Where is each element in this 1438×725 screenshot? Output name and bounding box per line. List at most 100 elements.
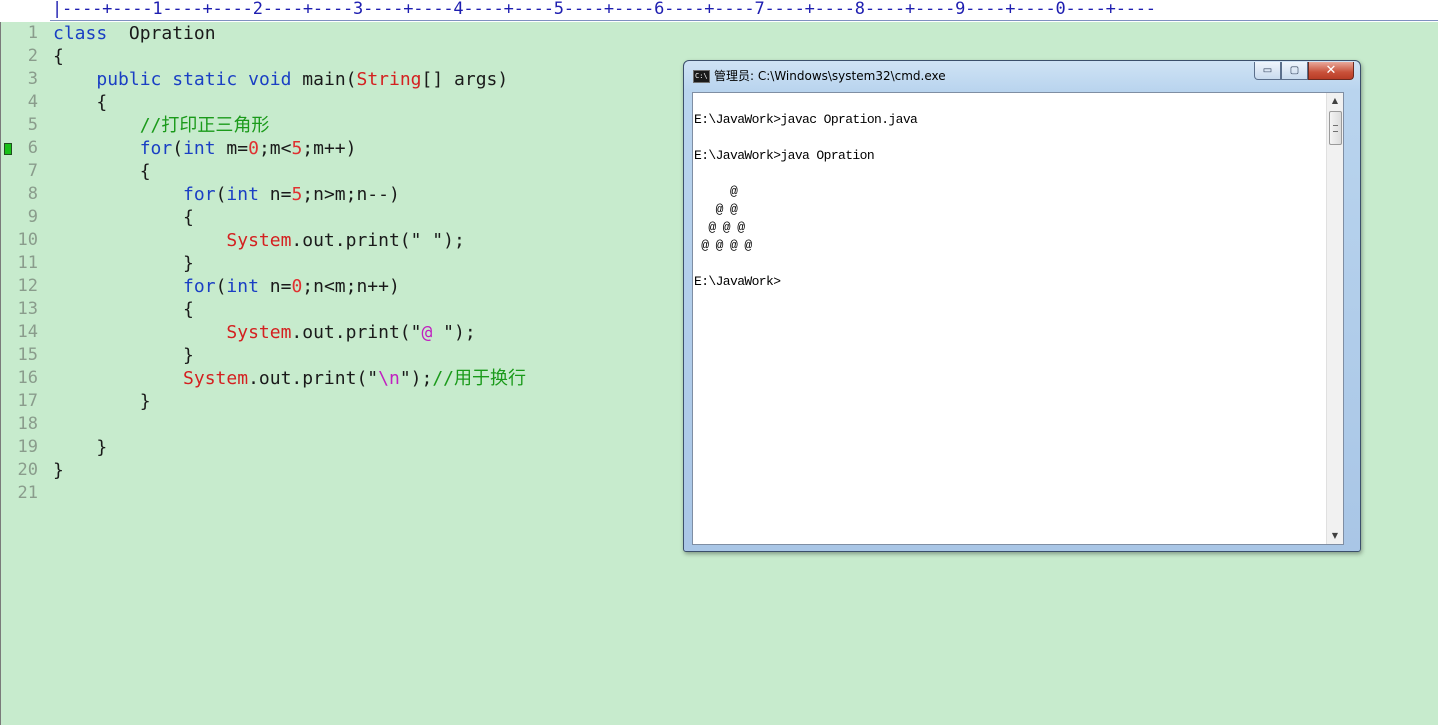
- line-number: 17: [17, 391, 38, 411]
- code-token: \n: [378, 368, 400, 389]
- line-number: 14: [17, 322, 38, 342]
- code-line[interactable]: 1 class Opration: [0, 22, 1438, 45]
- code-token: class: [53, 23, 108, 44]
- console-line: @ @ @: [694, 220, 745, 235]
- code-token: n=: [258, 276, 292, 297]
- code-text[interactable]: class Opration: [53, 22, 216, 45]
- cmd-titlebar[interactable]: C:\ 管理员: C:\Windows\system32\cmd.exe ▭ ▢…: [684, 61, 1360, 91]
- ruler-divider: [50, 20, 1438, 21]
- line-number: 3: [27, 69, 38, 89]
- code-text[interactable]: {: [53, 91, 107, 114]
- line-number: 20: [17, 460, 38, 480]
- code-token: n=: [258, 184, 292, 205]
- code-token: static: [172, 69, 238, 90]
- scrollbar-thumb[interactable]: [1329, 111, 1342, 145]
- line-number: 12: [17, 276, 38, 296]
- code-token: .out.print(" ");: [291, 230, 465, 251]
- code-text[interactable]: System.out.print(" ");: [53, 229, 465, 252]
- line-number: 9: [27, 207, 38, 227]
- code-token: (: [172, 138, 184, 159]
- code-text[interactable]: for(int n=5;n>m;n--): [53, 183, 400, 206]
- line-number: 1: [27, 23, 38, 43]
- code-token: @: [421, 322, 433, 343]
- line-number: 16: [17, 368, 38, 388]
- line-number: 5: [27, 115, 38, 135]
- code-text[interactable]: }: [53, 252, 194, 275]
- line-number: 8: [27, 184, 38, 204]
- code-token: }: [53, 345, 194, 366]
- code-text[interactable]: for(int m=0;m<5;m++): [53, 137, 357, 160]
- window-controls: ▭ ▢ ✕: [1254, 62, 1354, 81]
- scroll-down-arrow-icon[interactable]: ▼: [1327, 528, 1343, 544]
- code-text[interactable]: public static void main(String[] args): [53, 68, 508, 91]
- code-text[interactable]: }: [53, 459, 64, 482]
- code-text[interactable]: System.out.print("@ ");: [53, 321, 476, 344]
- code-token: }: [53, 391, 151, 412]
- code-token: m=: [215, 138, 249, 159]
- code-token: 0: [291, 276, 303, 297]
- code-token: 5: [291, 184, 303, 205]
- code-token: ;m++): [302, 138, 357, 159]
- scroll-up-arrow-icon[interactable]: ▲: [1327, 93, 1343, 109]
- code-text[interactable]: {: [53, 45, 64, 68]
- console-line: @: [694, 184, 738, 199]
- grip-icon: [1333, 125, 1338, 132]
- code-token: //打印正三角形: [139, 115, 270, 136]
- code-token: String: [356, 69, 422, 90]
- code-text[interactable]: }: [53, 390, 151, 413]
- ruler-scale: |----+----1----+----2----+----3----+----…: [52, 0, 1156, 19]
- code-token: .out.print(": [248, 368, 379, 389]
- maximize-button[interactable]: ▢: [1281, 62, 1308, 80]
- code-text[interactable]: for(int n=0;n<m;n++): [53, 275, 400, 298]
- code-token: ;n<m;n++): [302, 276, 400, 297]
- console-line: E:\JavaWork>java Opration: [694, 148, 875, 163]
- code-token: {: [53, 299, 194, 320]
- code-token: {: [53, 92, 108, 113]
- cmd-window-title: 管理员: C:\Windows\system32\cmd.exe: [714, 69, 946, 83]
- code-token: Opration: [107, 23, 216, 44]
- code-token: (: [215, 276, 227, 297]
- code-text[interactable]: {: [53, 160, 151, 183]
- code-text[interactable]: }: [53, 344, 194, 367]
- line-number: 15: [17, 345, 38, 365]
- vertical-scrollbar[interactable]: ▲ ▼: [1326, 93, 1343, 544]
- code-token: //用于换行: [432, 368, 527, 389]
- code-text[interactable]: //打印正三角形: [53, 114, 270, 137]
- code-token: int: [226, 276, 259, 297]
- cmd-app-icon[interactable]: C:\: [693, 70, 710, 83]
- minimize-button[interactable]: ▭: [1254, 62, 1281, 80]
- line-number: 18: [17, 414, 38, 434]
- line-number: 6: [27, 138, 38, 158]
- code-text[interactable]: }: [53, 436, 107, 459]
- code-text[interactable]: {: [53, 298, 194, 321]
- code-text[interactable]: {: [53, 206, 194, 229]
- code-token: }: [53, 460, 64, 481]
- cmd-client-area[interactable]: E:\JavaWork>javac Opration.java E:\JavaWo…: [692, 92, 1344, 545]
- code-text[interactable]: System.out.print("\n");//用于换行: [53, 367, 526, 390]
- code-token: 5: [291, 138, 303, 159]
- cmd-window[interactable]: C:\ 管理员: C:\Windows\system32\cmd.exe ▭ ▢…: [683, 60, 1361, 552]
- code-token: int: [226, 184, 259, 205]
- code-token: }: [53, 437, 108, 458]
- line-number: 19: [17, 437, 38, 457]
- close-button[interactable]: ✕: [1308, 62, 1354, 80]
- code-token: (: [215, 184, 227, 205]
- line-number: 4: [27, 92, 38, 112]
- ruler-gutter: [0, 0, 50, 22]
- code-token: System: [226, 322, 292, 343]
- console-output[interactable]: E:\JavaWork>javac Opration.java E:\JavaWo…: [693, 93, 1333, 544]
- console-line: @ @ @ @: [694, 238, 752, 253]
- console-line: E:\JavaWork>: [694, 274, 781, 289]
- code-token: System: [183, 368, 249, 389]
- code-token: for: [139, 138, 173, 159]
- line-number: 2: [27, 46, 38, 66]
- code-token: ");: [432, 322, 476, 343]
- code-token: public: [96, 69, 162, 90]
